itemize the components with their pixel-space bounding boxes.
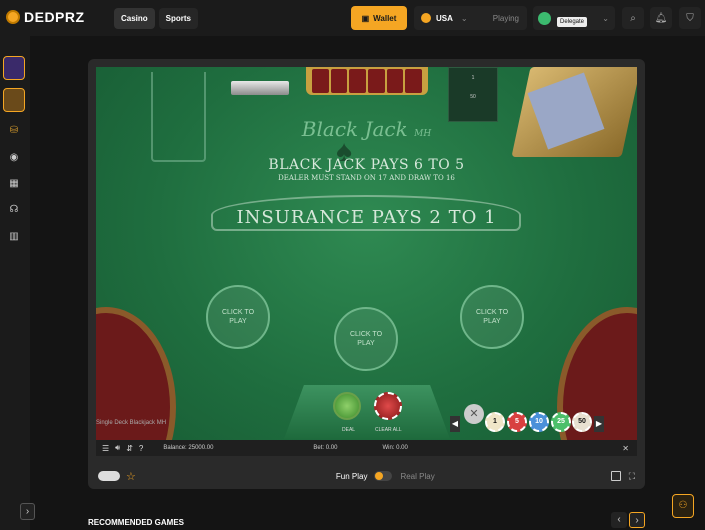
recommended-next-button[interactable]: ›	[629, 512, 645, 528]
chip-5[interactable]: 5	[507, 412, 527, 432]
brand-text: Black Jack	[301, 117, 408, 141]
playing-label: Playing	[492, 13, 519, 23]
chip-prev-button[interactable]: ◀	[450, 416, 460, 432]
chip-10[interactable]: 10	[529, 412, 549, 432]
logo-icon	[6, 10, 20, 24]
tab-casino[interactable]: Casino	[114, 8, 155, 29]
recommended-prev-button[interactable]: ‹	[611, 512, 627, 528]
search-button[interactable]: ⌕	[622, 7, 644, 29]
rule-line-3: INSURANCE PAYS 2 TO 1	[236, 207, 497, 228]
deal-button[interactable]	[333, 392, 361, 420]
user-tooltip: Delegate	[557, 17, 588, 27]
chip-25[interactable]: 25	[551, 412, 571, 432]
dealer-chip-tray	[306, 67, 428, 95]
shield-button[interactable]: ⛉	[679, 7, 701, 29]
bet-spot-center[interactable]: CLICK TO PLAY	[334, 307, 398, 371]
undo-chip-button[interactable]: ✕	[464, 404, 484, 424]
deal-label: DEAL	[342, 427, 356, 433]
stats-icon[interactable]: ▥	[8, 231, 20, 243]
shield-icon: ⛉	[686, 12, 694, 24]
real-play-label: Real Play	[400, 471, 435, 481]
table-brand: Black Jack MH	[96, 117, 637, 141]
bet-spot-left[interactable]: CLICK TO PLAY	[206, 285, 270, 349]
support-icon[interactable]: ☊	[8, 204, 20, 216]
theater-mode-icon[interactable]	[610, 471, 621, 481]
search-icon: ⌕	[630, 12, 636, 24]
sidebar-expand-button[interactable]: ›	[20, 503, 35, 520]
fun-play-label: Fun Play	[335, 471, 368, 481]
wallet-label: Wallet	[373, 13, 397, 23]
logo[interactable]: DEDPRZ	[6, 9, 85, 25]
nav-tabs: Casino Sports	[114, 8, 199, 29]
tray-slot	[368, 69, 385, 93]
bet-text: Bet: 0.00	[313, 445, 338, 451]
chip-50[interactable]: 50	[572, 412, 592, 432]
chevron-down-icon: ⌄	[602, 13, 609, 23]
close-icon[interactable]: ✕	[622, 444, 629, 453]
notifications-button[interactable]: 🔔︎	[650, 7, 672, 29]
chip-next-button[interactable]: ▶	[594, 416, 604, 432]
help-chat-button[interactable]: ⚇	[672, 494, 694, 518]
tray-slot	[386, 69, 404, 93]
recommended-title: RECOMMENDED GAMES	[88, 518, 185, 527]
play-mode-toggle[interactable]	[374, 471, 393, 481]
rule-line-1: BLACK JACK PAYS 6 TO 5	[268, 157, 465, 173]
avatar	[538, 11, 551, 25]
sound-icon[interactable]: 🔊︎	[115, 443, 120, 453]
scoreboard: 1 50	[448, 67, 498, 122]
tray-slot	[330, 69, 348, 93]
sidebar: ⛁ ◉ ▦ ☊ ▥	[0, 36, 30, 530]
gift-icon[interactable]: ▦	[8, 178, 20, 190]
chip-1[interactable]: 1	[485, 412, 505, 432]
clear-all-button[interactable]	[374, 392, 402, 420]
brand-sup: MH	[414, 129, 432, 139]
help-icon[interactable]: ?	[139, 444, 143, 453]
star-icon[interactable]: ☆	[126, 470, 136, 483]
game-status-bar: ☰ 🔊︎ ⇵ ? Balance: 25000.00 Bet: 0.00 Win…	[96, 440, 637, 456]
tray-slot	[405, 69, 423, 93]
clear-all-label: CLEAR ALL	[375, 427, 402, 433]
deal-panel	[284, 385, 450, 439]
wallet-icon: ▣	[361, 13, 370, 23]
provider-logo	[98, 471, 120, 481]
bet-spot-label: CLICK TO PLAY	[475, 309, 509, 325]
menu-icon[interactable]: ☰	[102, 444, 109, 453]
win-text: Win: 0.00	[382, 445, 408, 451]
scoreboard-bottom: 50	[470, 94, 476, 100]
chevron-down-icon: ⌄	[460, 13, 468, 23]
chat-icon: ⚇	[678, 500, 688, 511]
sports-ball-icon[interactable]: ◉	[8, 152, 20, 164]
tray-slot	[349, 69, 367, 93]
tray-slot	[312, 69, 329, 93]
game-toolbar: ☆ Fun Play Real Play ⛶	[88, 463, 645, 489]
settings-icon[interactable]: ⇵	[126, 444, 133, 453]
table-rail-left	[96, 307, 176, 456]
chevron-right-icon: ›	[25, 506, 30, 517]
fullscreen-icon[interactable]: ⛶	[629, 471, 635, 482]
balance-text: Balance: 25000.00	[163, 445, 214, 451]
logo-text: DEDPRZ	[24, 9, 85, 25]
rule-line-2: DEALER MUST STAND ON 17 AND DRAW TO 16	[278, 174, 455, 182]
blackjack-table: 1 50 Black Jack MH ♠ BLACK JACK PAYS 6 T…	[96, 67, 637, 456]
currency-selector[interactable]: USA ⌄ Playing	[414, 6, 527, 30]
table-bar	[231, 81, 289, 95]
game-title: Single Deck Blackjack MH	[96, 420, 167, 426]
scoreboard-top: 1	[471, 75, 475, 81]
bell-icon: 🔔︎	[654, 12, 668, 24]
sidebar-item-promotions[interactable]	[3, 88, 25, 112]
bet-spot-label: CLICK TO PLAY	[349, 331, 383, 347]
tab-sports[interactable]: Sports	[158, 8, 199, 29]
coins-icon[interactable]: ⛁	[8, 125, 20, 137]
wallet-button[interactable]: ▣ Wallet	[351, 6, 407, 30]
currency-icon	[421, 13, 431, 23]
bet-spot-right[interactable]: CLICK TO PLAY	[460, 285, 524, 349]
currency-label: USA	[436, 13, 453, 23]
sidebar-item-originals[interactable]	[3, 56, 25, 80]
top-bar: DEDPRZ Casino Sports ▣ Wallet USA ⌄ Play…	[0, 0, 705, 36]
bet-spot-label: CLICK TO PLAY	[221, 309, 255, 325]
